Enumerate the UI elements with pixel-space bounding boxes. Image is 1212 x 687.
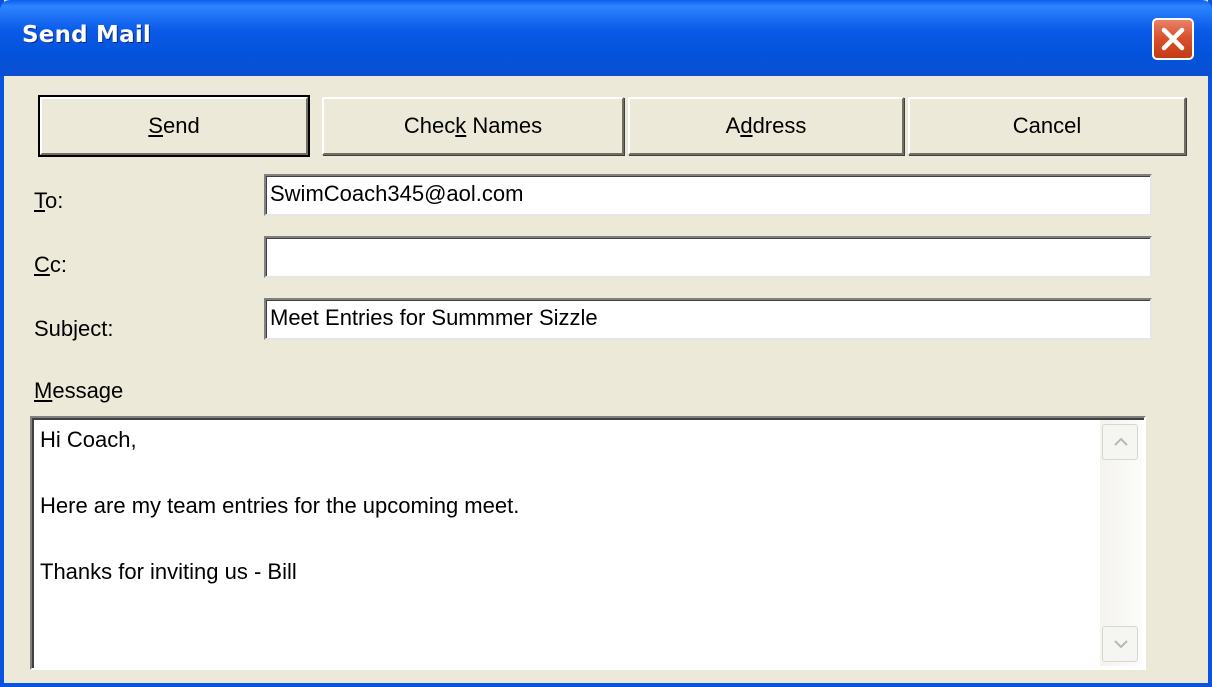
check-names-button[interactable]: Chec k Names: [322, 97, 624, 155]
message-body[interactable]: Hi Coach, Here are my team entries for t…: [30, 416, 1146, 670]
subject-label: Subject:: [34, 316, 114, 341]
message-line: [40, 523, 519, 556]
message-line: Hi Coach,: [40, 427, 137, 452]
close-icon: [1161, 27, 1185, 51]
close-button[interactable]: [1152, 18, 1194, 60]
to-field[interactable]: SwimCoach345@aol.com: [264, 174, 1152, 216]
message-line: Here are my team entries for the upcomin…: [40, 493, 520, 518]
address-button[interactable]: Ad dress: [628, 97, 904, 155]
cc-label: Cc:: [34, 252, 68, 277]
message-line: [40, 457, 519, 490]
subject-field[interactable]: Meet Entries for Summmer Sizzle: [264, 298, 1152, 340]
message-label: Message: [34, 378, 124, 403]
to-label: To:: [34, 188, 64, 213]
cc-field[interactable]: [264, 236, 1152, 278]
chevron-up-icon: [1114, 437, 1128, 446]
scroll-up-button[interactable]: [1102, 424, 1138, 460]
scroll-down-button[interactable]: [1102, 626, 1138, 662]
send-mail-dialog: Send Mail Send Chec k Names Ad dress Cance…: [0, 0, 1212, 687]
send-button[interactable]: Send: [38, 95, 310, 157]
chevron-down-icon: [1114, 640, 1128, 649]
window-title: Send Mail: [22, 22, 151, 48]
vertical-scrollbar[interactable]: [1100, 420, 1142, 666]
title-bar[interactable]: Send Mail: [0, 0, 1212, 76]
message-line: Thanks for inviting us - Bill: [40, 559, 297, 584]
cancel-button[interactable]: Cancel: [908, 97, 1186, 155]
message-text[interactable]: Hi Coach, Here are my team entries for t…: [40, 424, 519, 589]
